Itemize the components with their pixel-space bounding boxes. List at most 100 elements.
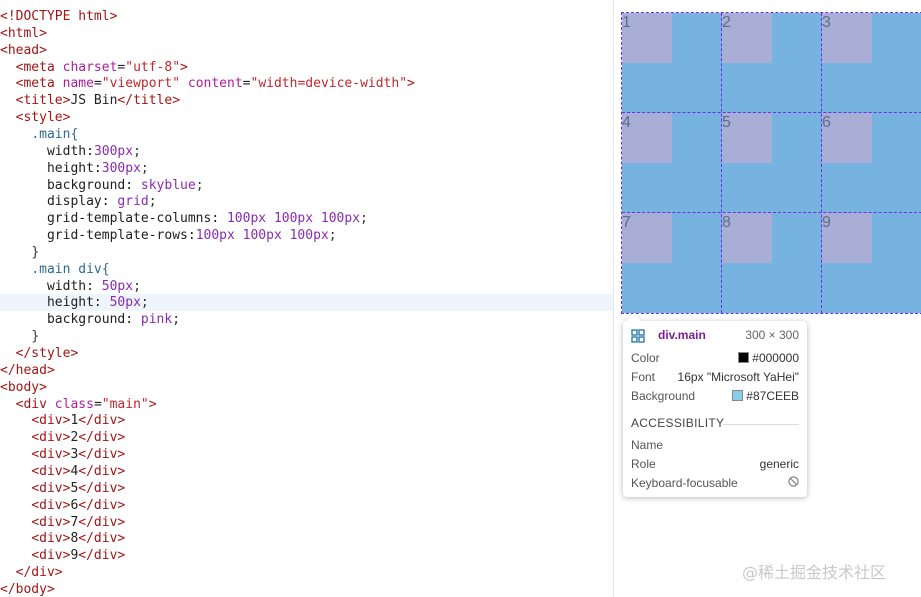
code-line[interactable]: background: skyblue;: [0, 177, 613, 194]
code-token: ;: [328, 228, 337, 244]
element-size: 300 × 300: [745, 328, 799, 342]
no-entry-icon: [788, 476, 799, 487]
code-token: <div>: [31, 531, 71, 547]
code-token: grid: [117, 194, 149, 210]
code-line[interactable]: <div>4</div>: [0, 463, 613, 480]
code-token: </div>: [78, 497, 126, 513]
code-token: =: [93, 396, 102, 412]
code-line[interactable]: <div class="main">: [0, 396, 613, 413]
code-token: 100px 100px 100px: [195, 228, 329, 244]
code-line[interactable]: <meta name="viewport" content="width=dev…: [0, 75, 613, 92]
code-line[interactable]: <style>: [0, 109, 613, 126]
font-label: Font: [631, 370, 656, 384]
code-token: <div>: [31, 463, 71, 479]
code-line[interactable]: height:300px;: [0, 160, 613, 177]
code-line[interactable]: <head>: [0, 42, 613, 59]
code-token: }: [31, 329, 40, 345]
code-token: <meta: [15, 76, 63, 92]
grid-cell[interactable]: 8: [722, 213, 772, 263]
code-line[interactable]: }: [0, 328, 613, 345]
code-line[interactable]: <div>9</div>: [0, 547, 613, 564]
code-token: ;: [195, 177, 204, 193]
code-line[interactable]: <div>2</div>: [0, 429, 613, 446]
code-line[interactable]: </body>: [0, 581, 613, 597]
grid-cell[interactable]: 1: [622, 13, 672, 63]
code-token: <meta: [15, 59, 63, 75]
code-token: "utf-8": [125, 59, 181, 75]
code-token: </head>: [0, 362, 55, 378]
code-line[interactable]: <body>: [0, 379, 613, 396]
code-token: <div>: [31, 514, 71, 530]
grid-cell[interactable]: 4: [622, 113, 672, 163]
grid-container-main[interactable]: 987 654 321: [621, 12, 921, 314]
code-token: <div>: [31, 480, 71, 496]
grid-cell[interactable]: 7: [622, 213, 672, 263]
grid-cell[interactable]: 2: [722, 13, 772, 63]
code-token: >: [180, 59, 188, 75]
code-line[interactable]: .main div{: [0, 261, 613, 278]
background-value-text: #87CEEB: [746, 389, 799, 403]
grid-cell[interactable]: 9: [822, 213, 872, 263]
code-line[interactable]: <!DOCTYPE html>: [0, 8, 613, 25]
role-label: Role: [631, 457, 656, 471]
accessibility-divider: [723, 424, 799, 425]
code-line[interactable]: grid-template-rows:100px 100px 100px;: [0, 227, 613, 244]
code-token: </div>: [78, 548, 126, 564]
grid-cell[interactable]: 3: [822, 13, 872, 63]
code-line[interactable]: </head>: [0, 362, 613, 379]
code-line[interactable]: <div>5</div>: [0, 480, 613, 497]
grid-cell[interactable]: 6: [822, 113, 872, 163]
code-token: class: [54, 396, 94, 412]
keyboard-focusable-label: Keyboard-focusable: [631, 476, 738, 490]
code-line[interactable]: <title>JS Bin</title>: [0, 92, 613, 109]
code-token: width:: [46, 143, 94, 159]
code-line[interactable]: </div>: [0, 564, 613, 581]
code-token: grid-template-columns:: [46, 211, 227, 227]
color-label: Color: [631, 351, 660, 365]
code-line[interactable]: <div>7</div>: [0, 514, 613, 531]
code-token: content: [187, 76, 243, 92]
code-line[interactable]: display: grid;: [0, 193, 613, 210]
code-line[interactable]: width: 50px;: [0, 278, 613, 295]
code-line[interactable]: <div>6</div>: [0, 497, 613, 514]
code-token: "viewport": [101, 76, 181, 92]
font-row: Font 16px "Microsoft YaHei": [631, 368, 799, 386]
code-token: </div>: [15, 565, 63, 581]
color-swatch: [738, 352, 750, 363]
code-line[interactable]: width:300px;: [0, 143, 613, 160]
code-token: </div>: [78, 430, 126, 446]
code-line[interactable]: <html>: [0, 25, 613, 42]
font-value: 16px "Microsoft YaHei": [677, 370, 799, 384]
code-editor[interactable]: <!DOCTYPE html> <html> <head> <meta charse…: [0, 0, 613, 597]
code-line[interactable]: <div>1</div>: [0, 412, 613, 429]
code-line[interactable]: }: [0, 244, 613, 261]
role-value: generic: [759, 457, 799, 471]
code-line[interactable]: </style>: [0, 345, 613, 362]
code-token: <div>: [31, 447, 71, 463]
code-line[interactable]: <meta charset="utf-8">: [0, 59, 613, 76]
code-line[interactable]: <div>3</div>: [0, 446, 613, 463]
grid-icon: [631, 329, 645, 343]
code-token: =: [93, 76, 102, 92]
code-line[interactable]: grid-template-columns: 100px 100px 100px…: [0, 210, 613, 227]
code-token: <html>: [0, 25, 47, 41]
code-token: background:: [46, 312, 141, 328]
code-line[interactable]: <div>8</div>: [0, 530, 613, 547]
grid-cell[interactable]: 5: [722, 113, 772, 163]
code-line[interactable]: height: 50px;: [0, 294, 613, 312]
code-line[interactable]: .main{: [0, 126, 613, 143]
code-token: background:: [46, 177, 141, 193]
element-selector: div.main: [658, 328, 706, 342]
code-line[interactable]: background: pink;: [0, 311, 613, 328]
